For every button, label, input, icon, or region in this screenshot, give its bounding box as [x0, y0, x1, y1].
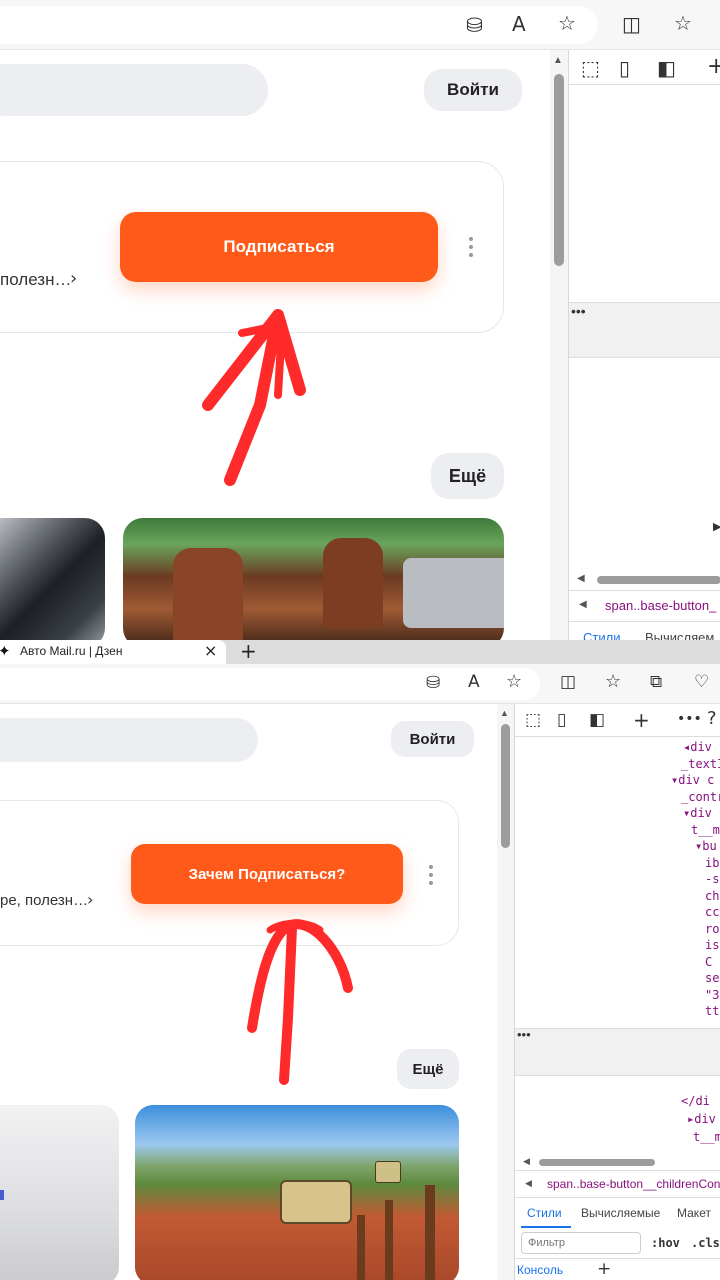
top-car-image-left[interactable] [0, 518, 105, 640]
chevron-right-icon: › [87, 890, 94, 909]
top-subscribe-button[interactable]: Подписаться [120, 212, 438, 282]
star-icon[interactable]: ☆ [506, 673, 522, 691]
favorites-icon[interactable]: ☆ [605, 673, 621, 691]
star-icon[interactable]: ☆ [558, 13, 576, 33]
device-icon[interactable]: ▯ [557, 712, 566, 729]
code-line[interactable]: cha [705, 889, 720, 903]
device-icon[interactable]: ▯ [619, 58, 630, 78]
sidebar-icon[interactable]: ◧ [657, 58, 676, 78]
bottom-devtools: ⬚ ▯ ◧ + ••• ? ◂div c _textI ▾div c _contr ▾d… [514, 704, 720, 1280]
top-browser-toolbar: ⛁ A ☆ ◫ ☆ [0, 0, 720, 50]
more-icon[interactable]: ••• [677, 712, 702, 726]
bottom-search-pill[interactable] [0, 718, 258, 762]
more-icon[interactable] [429, 865, 433, 885]
plus-icon[interactable]: + [633, 710, 650, 730]
bottom-browser-toolbar: ⛁ A ☆ ◫ ☆ ⧉ ♡ [0, 664, 720, 704]
top-scrollbar-thumb[interactable] [554, 74, 564, 266]
bottom-tab-layout[interactable]: Макет [677, 1206, 711, 1220]
split-icon[interactable]: ◫ [560, 674, 576, 691]
code-line[interactable]: </di [681, 1094, 710, 1108]
code-line[interactable]: "За [705, 988, 720, 1002]
tracking-icon[interactable]: ⛁ [466, 15, 483, 35]
annotation-arrow [247, 919, 353, 1085]
top-tab-computed[interactable]: Вычисляем [645, 630, 714, 640]
more-icon[interactable] [469, 237, 473, 257]
cls-toggle[interactable]: .cls [691, 1236, 720, 1250]
bottom-tab-computed[interactable]: Вычисляемые [581, 1206, 660, 1220]
annotation-arrow [202, 309, 306, 486]
bottom-tab-strip: ✦ Авто Mail.ru | Дзен × + [0, 640, 720, 664]
code-line[interactable]: cce [705, 905, 720, 919]
top-devtools-hscroll[interactable]: ◀ [569, 570, 720, 588]
split-icon[interactable]: ◫ [622, 14, 641, 34]
top-login-button[interactable]: Войти [424, 69, 522, 111]
bottom-screenshot: ✦ Авто Mail.ru | Дзен × + ⛁ A ☆ ◫ ☆ ⧉ ♡ … [0, 640, 720, 1280]
top-devtools-breadcrumb[interactable]: span..base-button_ [605, 598, 716, 613]
read-aloud-icon[interactable]: A [512, 14, 526, 34]
code-line[interactable]: roo [705, 922, 720, 936]
bottom-devtools-hscroll[interactable]: ◀ [515, 1154, 720, 1170]
read-aloud-icon[interactable]: A [468, 674, 480, 691]
bottom-subscribe-button[interactable]: Зачем Подписаться? [131, 844, 403, 904]
top-card-text[interactable]: полезн… [0, 270, 71, 290]
code-line[interactable]: ▾div [683, 806, 712, 820]
bottom-tab-styles[interactable]: Стили [527, 1206, 562, 1220]
code-line[interactable]: se [705, 971, 719, 985]
code-line[interactable]: ▸div [687, 1112, 716, 1126]
code-line[interactable]: _contr [681, 790, 720, 804]
close-icon[interactable]: × [204, 641, 217, 660]
top-more-button[interactable]: Ещё [431, 453, 504, 499]
expand-icon[interactable]: ▶ [713, 520, 720, 533]
code-line[interactable]: _textI [681, 757, 720, 771]
overflow-icon[interactable]: ••• [517, 1027, 531, 1042]
bottom-login-button[interactable]: Войти [391, 721, 474, 757]
chevron-right-icon: › [70, 268, 78, 289]
bottom-card-text[interactable]: ре, полезн… [0, 892, 88, 909]
code-line[interactable]: -su [705, 872, 720, 886]
top-devtools: ⬚ ▯ ◧ + ••• ▶ ◀ ◀ span..base-button_ Сти… [568, 50, 720, 640]
hov-toggle[interactable]: :hov [651, 1236, 680, 1250]
code-line[interactable]: t__m [691, 823, 720, 837]
help-icon[interactable]: ? [707, 710, 717, 728]
bottom-devtools-breadcrumb[interactable]: span..base-button__childrenCont [547, 1177, 720, 1191]
top-car-interior-image[interactable] [123, 518, 504, 640]
top-search-pill[interactable] [0, 64, 268, 116]
top-scrollbar-track[interactable]: ▲ [550, 50, 568, 640]
plus-icon[interactable]: + [707, 56, 720, 78]
inspect-icon[interactable]: ⬚ [581, 58, 600, 78]
code-line[interactable]: ibe [705, 856, 720, 870]
code-line[interactable]: ▾div c [671, 773, 714, 787]
bottom-more-button[interactable]: Ещё [397, 1049, 459, 1089]
bottom-scrollbar-track[interactable]: ▲ [497, 704, 514, 1280]
code-line[interactable]: ▾bu [695, 839, 717, 853]
performance-icon[interactable]: ♡ [694, 674, 709, 691]
code-line[interactable]: ◂div c [683, 740, 720, 754]
code-line[interactable]: isR [705, 938, 720, 952]
inspect-icon[interactable]: ⬚ [525, 712, 541, 729]
collections-icon[interactable]: ⧉ [650, 674, 662, 691]
bottom-filter-input[interactable] [521, 1232, 641, 1254]
top-screenshot: ⛁ A ☆ ◫ ☆ Войти Подписаться полезн… › Ещ… [0, 0, 720, 640]
bottom-scrollbar-thumb[interactable] [501, 724, 510, 848]
bottom-safari-image[interactable] [135, 1105, 459, 1280]
console-tab[interactable]: Консоль [517, 1263, 563, 1277]
code-line[interactable]: C [705, 955, 712, 969]
code-line[interactable]: t__m [693, 1130, 720, 1144]
sidebar-icon[interactable]: ◧ [589, 712, 605, 729]
top-tab-styles[interactable]: Стили [583, 630, 620, 640]
site-logo-icon: ✦ [0, 642, 11, 660]
tracking-icon[interactable]: ⛁ [426, 675, 440, 692]
new-tab-plus-icon[interactable]: + [240, 640, 257, 663]
bottom-image-left[interactable] [0, 1105, 119, 1280]
favorites-icon[interactable]: ☆ [674, 13, 692, 33]
code-line[interactable]: tto [705, 1004, 720, 1018]
bottom-active-tab[interactable]: ✦ Авто Mail.ru | Дзен × [0, 640, 226, 664]
overflow-icon[interactable]: ••• [571, 303, 586, 319]
plus-icon[interactable]: + [597, 1259, 611, 1279]
bottom-tab-title: Авто Mail.ru | Дзен [20, 644, 123, 658]
